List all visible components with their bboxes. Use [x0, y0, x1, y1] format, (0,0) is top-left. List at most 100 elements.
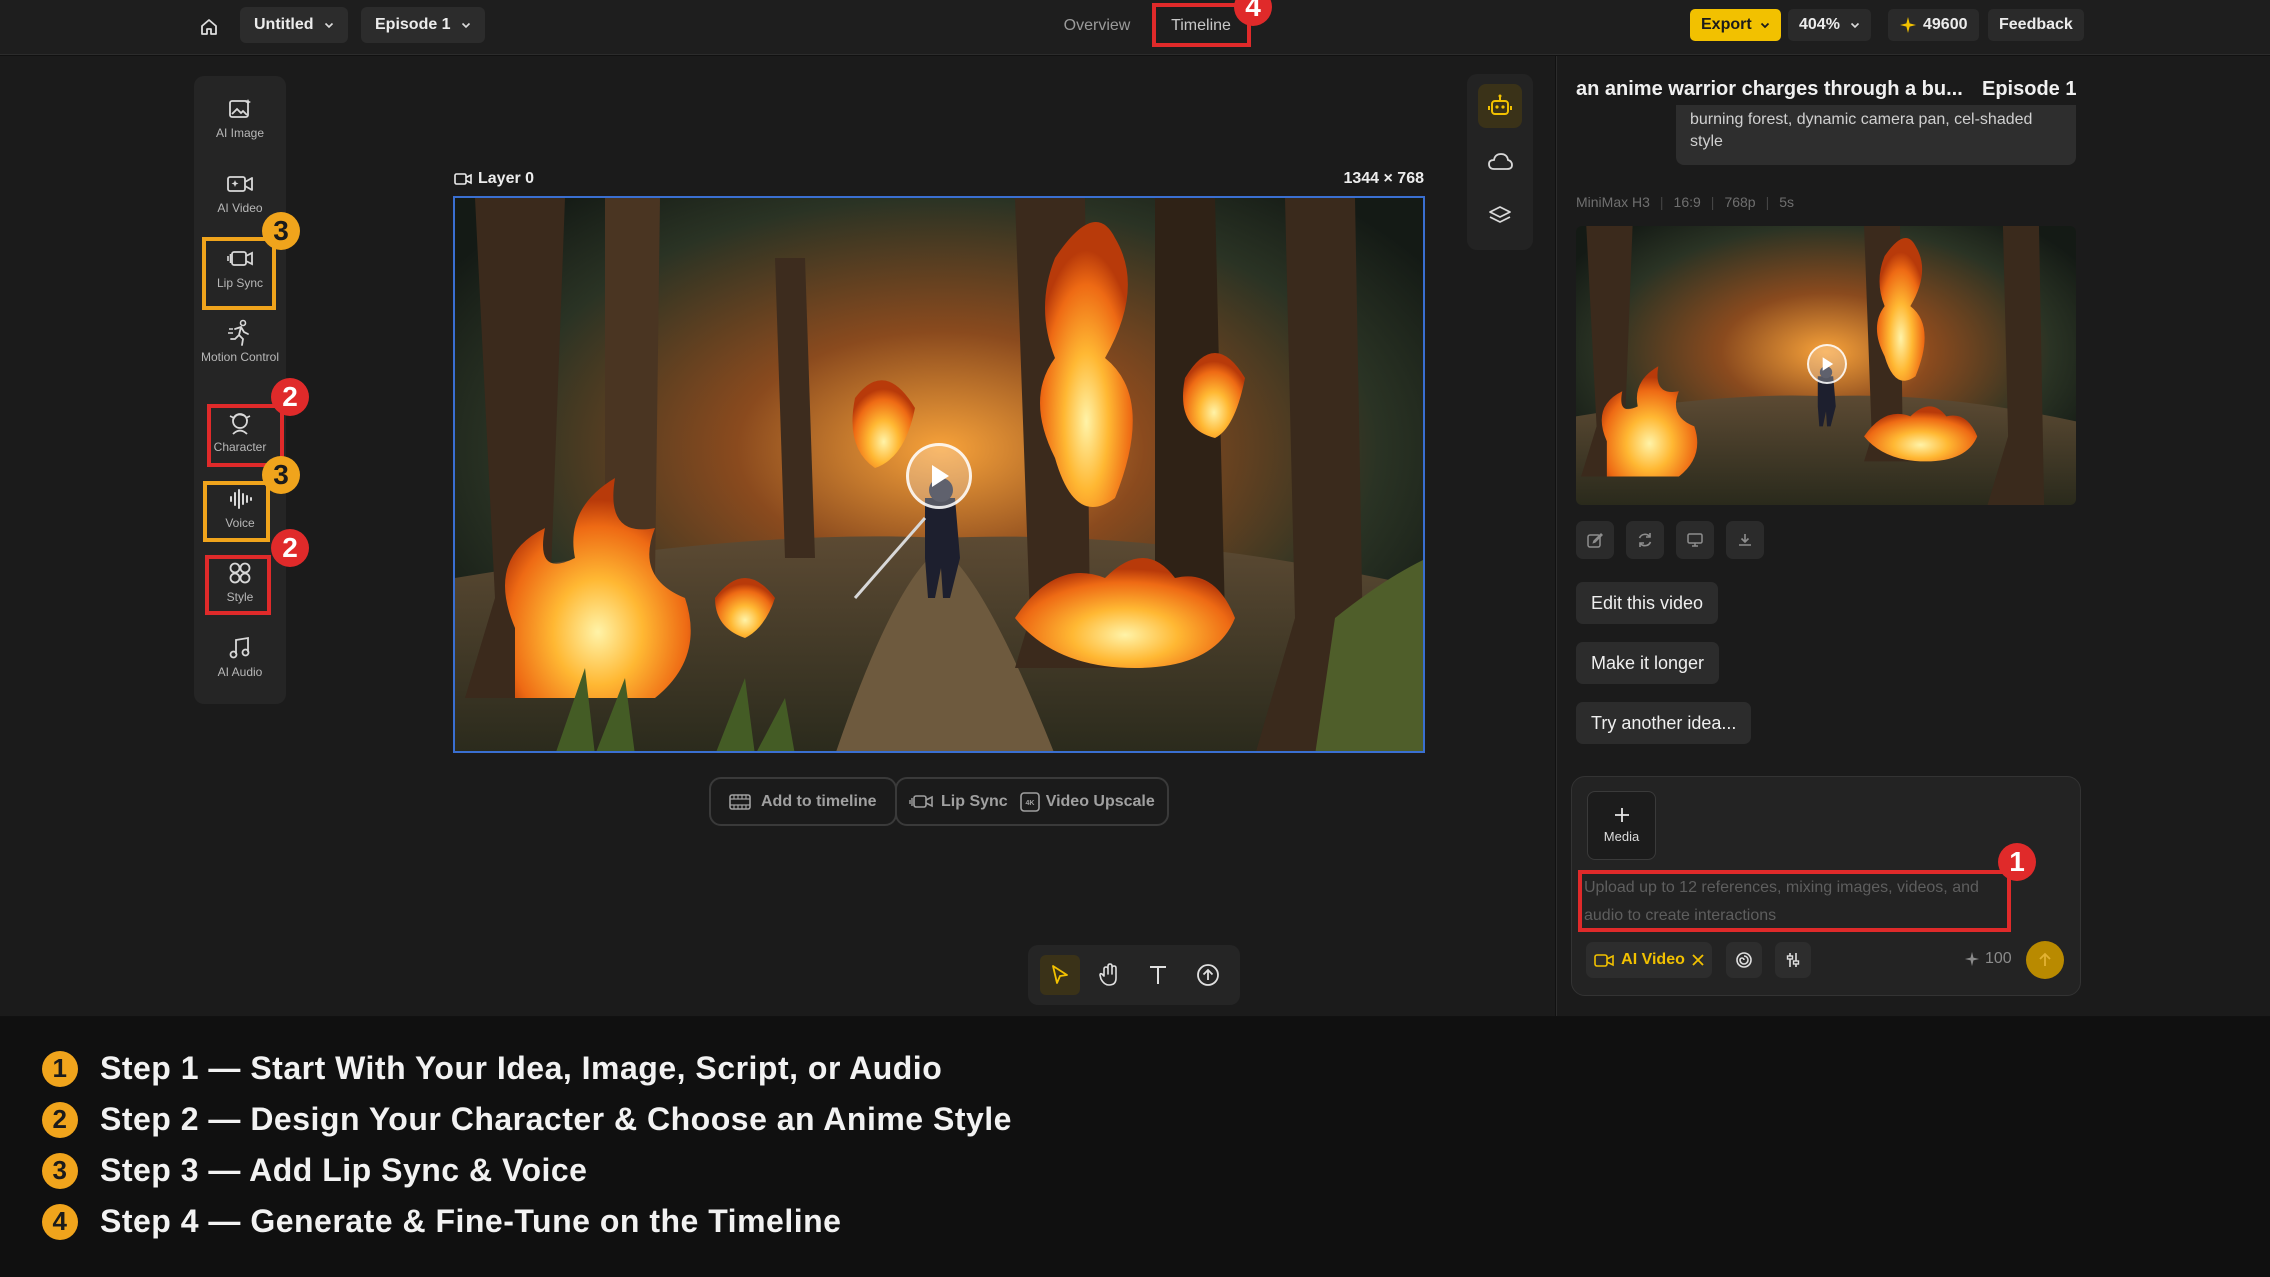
send-button[interactable]	[2026, 941, 2064, 979]
tool-ai-image[interactable]: AI Image	[194, 94, 286, 140]
episode-dropdown[interactable]: Episode 1	[361, 7, 485, 43]
step-number: 3	[42, 1152, 78, 1189]
refresh-icon	[1638, 533, 1652, 547]
play-button[interactable]	[906, 443, 972, 509]
duration: 5s	[1779, 194, 1795, 210]
arrow-up-icon	[2039, 952, 2051, 966]
settings-button[interactable]	[1775, 942, 1811, 978]
select-tool-button[interactable]	[1040, 955, 1080, 995]
chevron-down-icon	[1760, 22, 1769, 29]
tool-label: AI Image	[215, 126, 265, 140]
steps-legend: 1 Step 1 — Start With Your Idea, Image, …	[0, 1017, 2270, 1277]
step-badge-3: 3	[262, 212, 300, 250]
step-2: 2 Step 2 — Design Your Character & Choos…	[42, 1101, 1012, 1138]
suggestion-make-longer[interactable]: Make it longer	[1576, 642, 1720, 684]
feedback-button[interactable]: Feedback	[1988, 9, 2084, 41]
step-number: 2	[42, 1101, 78, 1138]
export-button[interactable]: Export	[1690, 9, 1781, 41]
upload-circle-icon	[1197, 964, 1219, 986]
display-button[interactable]	[1676, 521, 1714, 559]
zoom-dropdown[interactable]: 404%	[1788, 9, 1871, 41]
edit-button[interactable]	[1576, 521, 1614, 559]
project-dropdown[interactable]: Untitled	[240, 7, 348, 43]
layer-name: Layer 0	[478, 170, 535, 187]
step-badge-1: 1	[1998, 843, 2036, 881]
canvas-enhance-group: Lip Sync 4K Video Upscale	[895, 777, 1169, 826]
tool-label: AI Audio	[217, 665, 263, 679]
lip-sync-button[interactable]: Lip Sync	[909, 793, 1008, 811]
layers-button[interactable]	[1478, 194, 1522, 238]
video-preview[interactable]	[453, 196, 1425, 753]
add-media-button[interactable]: Media	[1587, 791, 1656, 860]
highlight-prompt-input	[1578, 870, 2011, 932]
project-name: Untitled	[254, 16, 314, 33]
play-icon	[1822, 357, 1834, 371]
layer-dimensions: 1344 × 768	[1343, 170, 1424, 187]
layer-label: Layer 0	[454, 170, 534, 188]
mode-chip-label: AI Video	[1621, 951, 1685, 968]
mode-chip-ai-video[interactable]: AI Video	[1586, 942, 1712, 978]
tab-overview[interactable]: Overview	[1056, 8, 1138, 44]
tool-motion-control[interactable]: Motion Control	[194, 318, 286, 364]
step-badge-3: 3	[262, 456, 300, 494]
tool-ai-video[interactable]: AI Video	[194, 169, 286, 215]
model-name: MiniMax H3	[1576, 194, 1650, 210]
upload-tool-button[interactable]	[1188, 955, 1228, 995]
step-4: 4 Step 4 — Generate & Fine-Tune on the T…	[42, 1203, 841, 1240]
episode-name: Episode 1	[375, 16, 451, 33]
sliders-icon	[1786, 953, 1800, 967]
step-text: Step 1 — Start With Your Idea, Image, Sc…	[100, 1050, 943, 1086]
text-tool-button[interactable]	[1138, 955, 1178, 995]
hand-icon	[1099, 963, 1117, 986]
hand-tool-button[interactable]	[1089, 955, 1129, 995]
text-icon	[1150, 966, 1166, 984]
download-icon	[1739, 534, 1751, 546]
chevron-down-icon	[461, 22, 470, 29]
video-upscale-button[interactable]: 4K Video Upscale	[1019, 791, 1155, 812]
cloud-icon	[1488, 153, 1513, 170]
step-text: Step 4 — Generate & Fine-Tune on the Tim…	[100, 1203, 842, 1239]
video-layer-icon	[454, 173, 472, 185]
image-sparkle-icon	[225, 94, 255, 124]
plus-icon	[1614, 808, 1629, 822]
step-3: 3 Step 3 — Add Lip Sync & Voice	[42, 1152, 587, 1189]
tool-label: Motion Control	[200, 350, 280, 364]
step-text: Step 2 — Design Your Character & Choose …	[100, 1101, 1012, 1137]
thumbnail-play-button[interactable]	[1807, 344, 1847, 384]
lip-sync-icon	[909, 794, 933, 808]
canvas-side-rail	[1467, 74, 1533, 250]
regenerate-button[interactable]	[1626, 521, 1664, 559]
video-upscale-label: Video Upscale	[1045, 792, 1155, 810]
aspect-ratio: 16:9	[1673, 194, 1701, 210]
highlight-voice	[203, 481, 270, 542]
film-strip-icon	[729, 793, 751, 810]
cloud-button[interactable]	[1478, 140, 1522, 184]
highlight-lip-sync	[202, 237, 276, 310]
swirl-icon	[1736, 952, 1752, 968]
tool-label: AI Video	[217, 201, 263, 215]
add-to-timeline-button[interactable]: Add to timeline	[709, 777, 897, 826]
app-window: Untitled Episode 1 Overview Timeline Exp…	[0, 0, 2270, 1277]
cost-value: 100	[1985, 950, 2012, 967]
chevron-down-icon	[1850, 22, 1859, 29]
zoom-value: 404%	[1799, 16, 1840, 33]
chevron-down-icon	[324, 22, 333, 29]
monitor-icon	[1687, 533, 1703, 547]
play-icon	[932, 465, 949, 487]
generated-video-thumbnail[interactable]	[1576, 226, 2076, 505]
assistant-bot-button[interactable]	[1478, 84, 1522, 128]
step-1: 1 Step 1 — Start With Your Idea, Image, …	[42, 1050, 942, 1087]
close-icon[interactable]	[1691, 953, 1705, 967]
reference-button[interactable]	[1726, 942, 1762, 978]
download-button[interactable]	[1726, 521, 1764, 559]
upscale-4k-icon: 4K	[1019, 791, 1040, 812]
add-to-timeline-label: Add to timeline	[761, 792, 877, 810]
tool-ai-audio[interactable]: AI Audio	[194, 633, 286, 679]
home-icon[interactable]	[192, 10, 226, 44]
export-label: Export	[1701, 16, 1752, 33]
suggestion-edit-video[interactable]: Edit this video	[1576, 582, 1719, 624]
credits-display[interactable]: 49600	[1888, 9, 1979, 41]
suggestion-try-another[interactable]: Try another idea...	[1576, 702, 1752, 744]
cursor-icon	[1052, 965, 1068, 984]
generation-cost: 100	[1964, 950, 2012, 968]
